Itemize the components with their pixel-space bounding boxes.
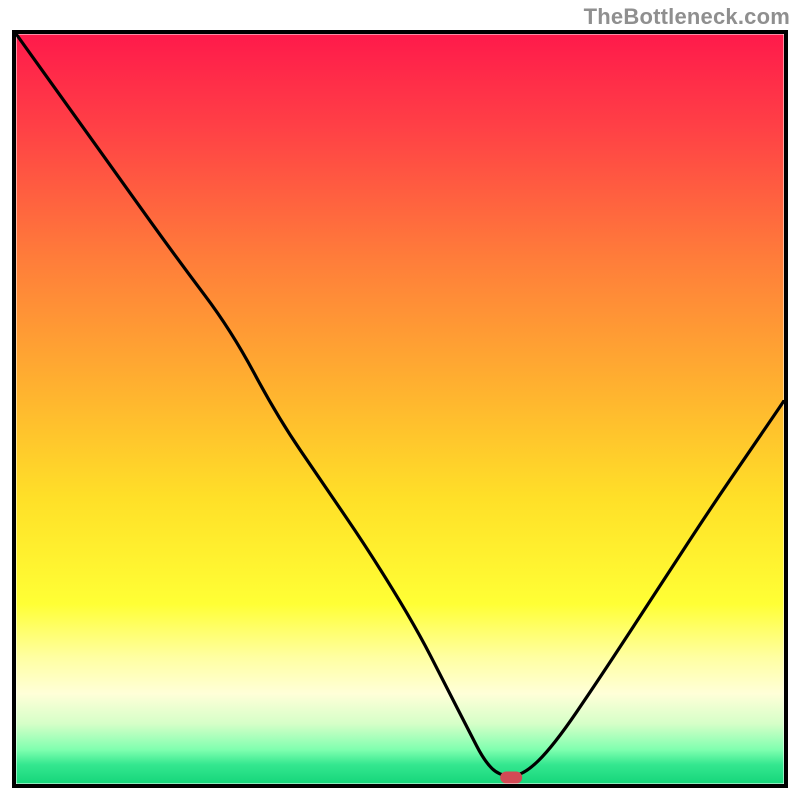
- bottleneck-chart: [12, 30, 788, 788]
- watermark-text: TheBottleneck.com: [584, 4, 790, 30]
- optimal-marker: [500, 772, 522, 784]
- gradient-background: [17, 35, 784, 784]
